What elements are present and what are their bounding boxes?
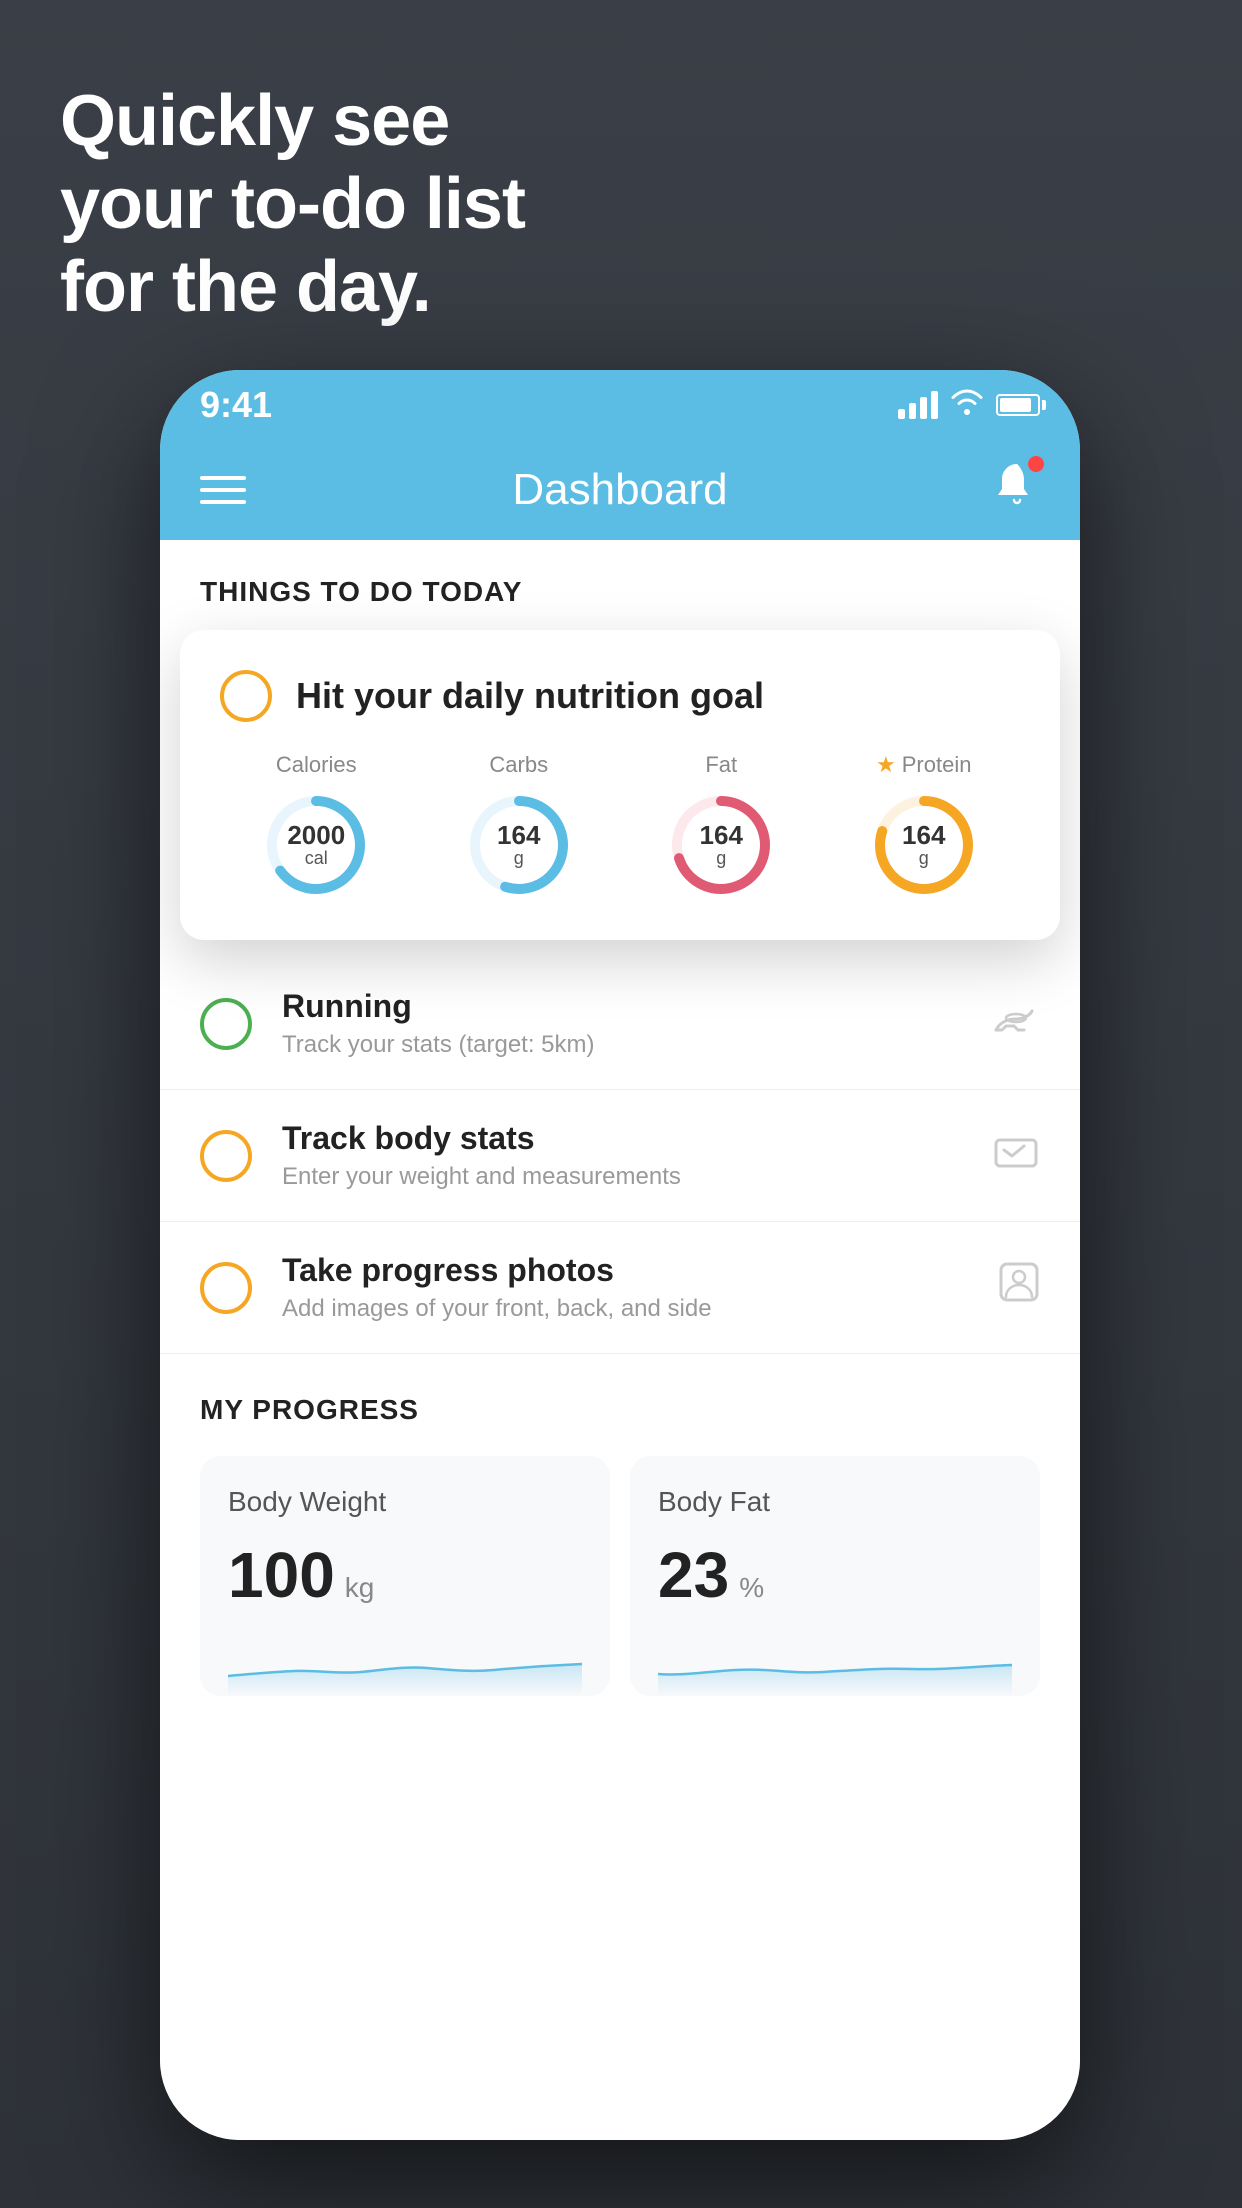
hero-line2: your to-do list <box>60 163 525 246</box>
body-weight-chart <box>228 1636 582 1696</box>
body-fat-card[interactable]: Body Fat 23 % <box>630 1456 1040 1696</box>
progress-cards: Body Weight 100 kg <box>200 1456 1040 1696</box>
todo-text-running: Running Track your stats (target: 5km) <box>282 988 962 1059</box>
notification-button[interactable] <box>994 460 1040 520</box>
carbs-unit: g <box>514 848 524 869</box>
body-weight-number: 100 <box>228 1538 335 1612</box>
notification-dot <box>1028 456 1044 472</box>
signal-bar-2 <box>909 403 916 419</box>
signal-bar-3 <box>920 397 927 419</box>
fat-value: 164 <box>700 822 743 848</box>
body-fat-unit: % <box>739 1572 764 1604</box>
stat-calories-label: Calories <box>276 752 357 778</box>
stat-protein-label: ★ Protein <box>876 752 971 778</box>
stat-carbs-label: Carbs <box>489 752 548 778</box>
stat-protein: ★ Protein 164 g <box>869 752 979 900</box>
stat-fat-label: Fat <box>705 752 737 778</box>
carbs-value: 164 <box>497 822 540 848</box>
fat-circle: 164 g <box>666 790 776 900</box>
phone-content: THINGS TO DO TODAY Hit your daily nutrit… <box>160 540 1080 2140</box>
todo-item-body-stats[interactable]: Track body stats Enter your weight and m… <box>160 1090 1080 1222</box>
nutrition-card-title: Hit your daily nutrition goal <box>296 675 764 717</box>
wifi-icon <box>950 389 984 422</box>
body-weight-unit: kg <box>345 1572 375 1604</box>
body-weight-value-container: 100 kg <box>228 1538 582 1612</box>
battery-icon <box>996 394 1040 416</box>
signal-bar-4 <box>931 391 938 419</box>
protein-circle: 164 g <box>869 790 979 900</box>
hamburger-line <box>200 500 246 504</box>
progress-section: MY PROGRESS Body Weight 100 kg <box>160 1354 1080 1696</box>
things-today-header: THINGS TO DO TODAY <box>160 540 1080 628</box>
nav-bar: Dashboard <box>160 440 1080 540</box>
signal-bar-1 <box>898 409 905 419</box>
protein-value: 164 <box>902 822 945 848</box>
calories-unit: cal <box>305 848 328 869</box>
todo-subtitle-running: Track your stats (target: 5km) <box>282 1031 962 1059</box>
menu-button[interactable] <box>200 476 246 504</box>
status-bar: 9:41 <box>160 370 1080 440</box>
calories-circle: 2000 cal <box>261 790 371 900</box>
todo-title-body-stats: Track body stats <box>282 1120 962 1157</box>
hero-text: Quickly see your to-do list for the day. <box>60 80 525 328</box>
phone-frame: 9:41 Da <box>160 370 1080 2140</box>
body-fat-value-container: 23 % <box>658 1538 1012 1612</box>
signal-icon <box>898 391 938 419</box>
body-fat-title: Body Fat <box>658 1486 1012 1518</box>
todo-text-body-stats: Track body stats Enter your weight and m… <box>282 1120 962 1191</box>
person-icon <box>998 1261 1040 1314</box>
todo-circle-photos <box>200 1262 252 1314</box>
progress-header: MY PROGRESS <box>200 1394 1040 1426</box>
todo-title-photos: Take progress photos <box>282 1252 968 1289</box>
stat-calories: Calories 2000 cal <box>261 752 371 900</box>
status-icons <box>898 389 1040 422</box>
nutrition-card[interactable]: Hit your daily nutrition goal Calories 2… <box>180 630 1060 940</box>
todo-item-running[interactable]: Running Track your stats (target: 5km) <box>160 958 1080 1090</box>
todo-subtitle-body-stats: Enter your weight and measurements <box>282 1163 962 1191</box>
nutrition-stats: Calories 2000 cal Carbs <box>220 752 1020 900</box>
hero-line1: Quickly see <box>60 80 525 163</box>
fat-unit: g <box>716 848 726 869</box>
running-icon <box>992 999 1040 1049</box>
todo-text-photos: Take progress photos Add images of your … <box>282 1252 968 1323</box>
nutrition-card-header: Hit your daily nutrition goal <box>220 670 1020 722</box>
calories-value: 2000 <box>287 822 345 848</box>
todo-item-photos[interactable]: Take progress photos Add images of your … <box>160 1222 1080 1354</box>
nutrition-check-circle <box>220 670 272 722</box>
star-icon: ★ <box>876 752 896 778</box>
todo-circle-body-stats <box>200 1130 252 1182</box>
status-time: 9:41 <box>200 384 272 426</box>
hamburger-line <box>200 488 246 492</box>
body-fat-number: 23 <box>658 1538 729 1612</box>
stat-fat: Fat 164 g <box>666 752 776 900</box>
scale-icon <box>992 1131 1040 1181</box>
todo-list: Running Track your stats (target: 5km) T… <box>160 958 1080 1354</box>
hero-line3: for the day. <box>60 246 525 329</box>
todo-subtitle-photos: Add images of your front, back, and side <box>282 1295 968 1323</box>
hamburger-line <box>200 476 246 480</box>
body-weight-card[interactable]: Body Weight 100 kg <box>200 1456 610 1696</box>
todo-circle-running <box>200 998 252 1050</box>
carbs-circle: 164 g <box>464 790 574 900</box>
todo-title-running: Running <box>282 988 962 1025</box>
nav-title: Dashboard <box>512 465 727 515</box>
stat-carbs: Carbs 164 g <box>464 752 574 900</box>
body-weight-title: Body Weight <box>228 1486 582 1518</box>
protein-unit: g <box>919 848 929 869</box>
body-fat-chart <box>658 1636 1012 1696</box>
